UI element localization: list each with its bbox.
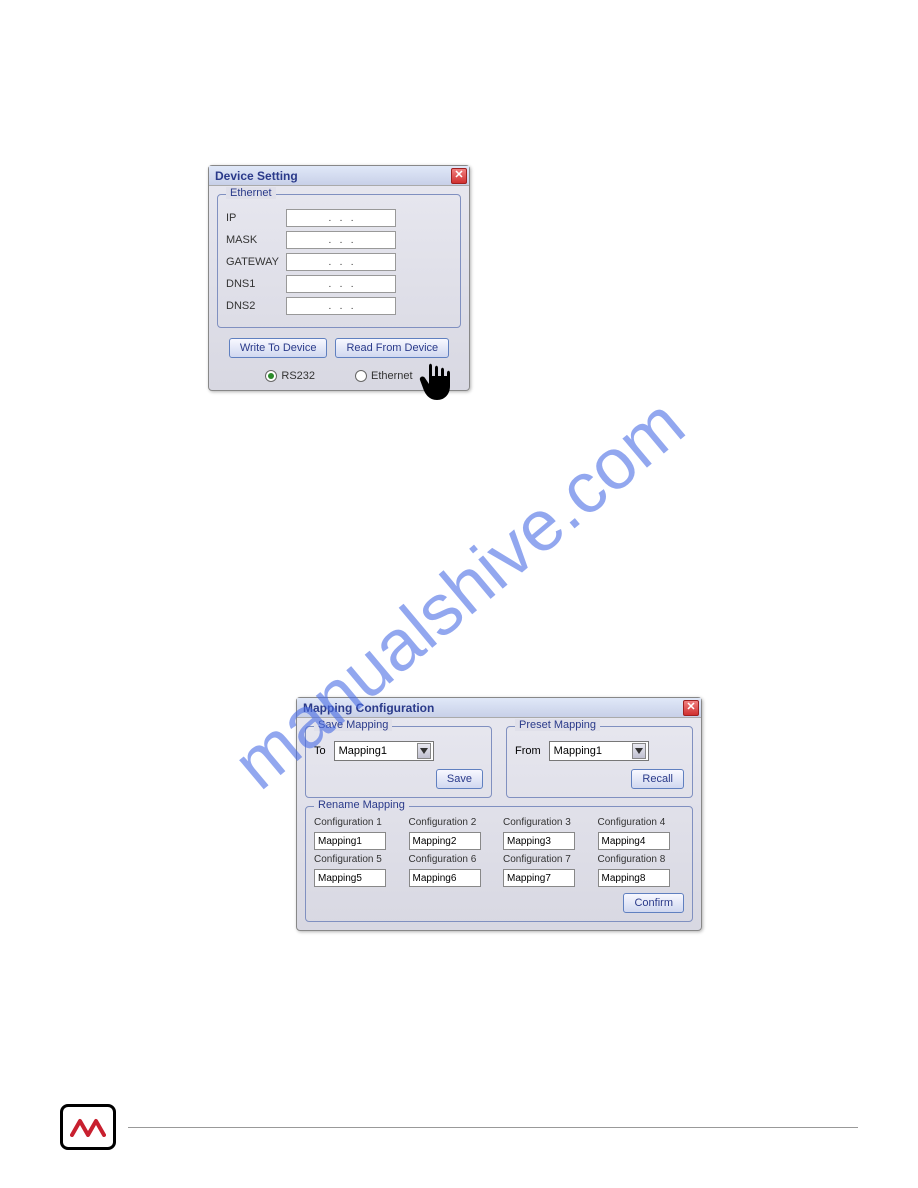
config-input[interactable] <box>503 869 575 887</box>
write-to-device-button[interactable]: Write To Device <box>229 338 328 358</box>
ethernet-legend: Ethernet <box>226 187 276 199</box>
ethernet-fieldset: Ethernet IP MASK GATEWAY DNS1 DNS2 <box>217 194 461 328</box>
save-to-select[interactable]: Mapping1 <box>334 741 434 761</box>
config-input[interactable] <box>314 869 386 887</box>
dns2-row: DNS2 <box>226 297 452 315</box>
config-input[interactable] <box>409 832 481 850</box>
close-icon[interactable]: ✕ <box>683 700 699 716</box>
preset-mapping-fieldset: Preset Mapping From Mapping1 Recall <box>506 726 693 798</box>
config-label: Configuration 1 <box>314 817 401 828</box>
preset-from-value: Mapping1 <box>554 745 602 757</box>
mask-label: MASK <box>226 234 286 246</box>
logo-icon <box>70 1117 106 1137</box>
config-label: Configuration 4 <box>598 817 685 828</box>
config-input[interactable] <box>598 869 670 887</box>
mask-input[interactable] <box>286 231 396 249</box>
divider <box>128 1127 858 1128</box>
config-input[interactable] <box>314 832 386 850</box>
config-label: Configuration 8 <box>598 854 685 865</box>
from-label: From <box>515 745 541 757</box>
dns1-input[interactable] <box>286 275 396 293</box>
chevron-down-icon <box>632 743 646 759</box>
gateway-row: GATEWAY <box>226 253 452 271</box>
save-mapping-fieldset: Save Mapping To Mapping1 Save <box>305 726 492 798</box>
gateway-label: GATEWAY <box>226 256 286 268</box>
preset-from-select[interactable]: Mapping1 <box>549 741 649 761</box>
recall-button[interactable]: Recall <box>631 769 684 789</box>
dns1-label: DNS1 <box>226 278 286 290</box>
gateway-input[interactable] <box>286 253 396 271</box>
save-mapping-legend: Save Mapping <box>314 719 392 731</box>
rename-mapping-legend: Rename Mapping <box>314 799 409 811</box>
preset-mapping-legend: Preset Mapping <box>515 719 600 731</box>
save-button[interactable]: Save <box>436 769 483 789</box>
config-input[interactable] <box>409 869 481 887</box>
dns1-row: DNS1 <box>226 275 452 293</box>
config-label: Configuration 5 <box>314 854 401 865</box>
config-label: Configuration 2 <box>409 817 496 828</box>
ip-row: IP <box>226 209 452 227</box>
chevron-down-icon <box>417 743 431 759</box>
config-input[interactable] <box>503 832 575 850</box>
dialog-title: Device Setting ✕ <box>209 166 469 186</box>
config-label: Configuration 6 <box>409 854 496 865</box>
logo <box>60 1104 116 1150</box>
to-label: To <box>314 745 326 757</box>
mask-row: MASK <box>226 231 452 249</box>
read-from-device-button[interactable]: Read From Device <box>335 338 449 358</box>
rs232-radio[interactable]: RS232 <box>265 370 315 382</box>
device-buttons: Write To Device Read From Device <box>217 338 461 358</box>
dialog-title-text: Device Setting <box>215 169 298 183</box>
close-icon[interactable]: ✕ <box>451 168 467 184</box>
dialog-title-text: Mapping Configuration <box>303 701 434 715</box>
config-label: Configuration 3 <box>503 817 590 828</box>
hand-cursor-icon <box>415 358 455 403</box>
ethernet-radio-label: Ethernet <box>371 370 413 382</box>
config-label: Configuration 7 <box>503 854 590 865</box>
mapping-configuration-dialog: Mapping Configuration ✕ Save Mapping To … <box>296 697 702 931</box>
dialog-title: Mapping Configuration ✕ <box>297 698 701 718</box>
ip-label: IP <box>226 212 286 224</box>
save-to-value: Mapping1 <box>339 745 387 757</box>
dns2-label: DNS2 <box>226 300 286 312</box>
ip-input[interactable] <box>286 209 396 227</box>
dns2-input[interactable] <box>286 297 396 315</box>
config-input[interactable] <box>598 832 670 850</box>
confirm-button[interactable]: Confirm <box>623 893 684 913</box>
rs232-label: RS232 <box>281 370 315 382</box>
ethernet-radio[interactable]: Ethernet <box>355 370 413 382</box>
rename-mapping-fieldset: Rename Mapping Configuration 1 Configura… <box>305 806 693 922</box>
radio-icon <box>355 370 367 382</box>
radio-icon <box>265 370 277 382</box>
